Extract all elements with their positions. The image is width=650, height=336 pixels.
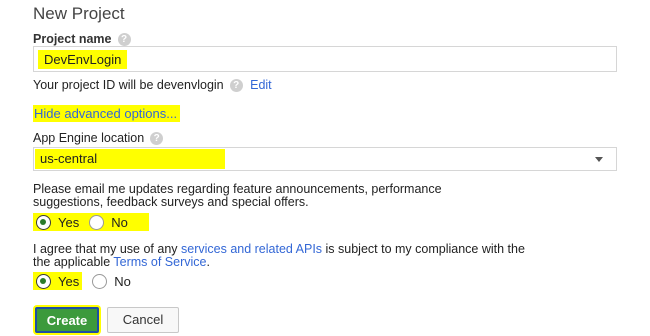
app-engine-label-row: App Engine location? <box>33 131 164 146</box>
email-updates-radio-group: Yes No <box>33 213 149 231</box>
help-icon[interactable]: ? <box>229 79 243 93</box>
project-name-input[interactable]: DevEnvLogin <box>33 46 617 72</box>
chevron-down-icon[interactable] <box>595 157 603 162</box>
project-id-text: Your project ID will be devenvlogin <box>33 78 224 92</box>
app-engine-location-select[interactable]: us-central <box>33 147 617 171</box>
project-name-value: DevEnvLogin <box>38 50 128 69</box>
project-name-label: Project name <box>33 32 112 46</box>
terms-of-service-link[interactable]: Terms of Service <box>113 255 206 269</box>
email-updates-line2: suggestions, feedback surveys and specia… <box>33 195 309 209</box>
help-icon[interactable]: ? <box>150 132 164 146</box>
project-id-row: Your project ID will be devenvlogin? Edi… <box>33 78 272 93</box>
terms-radio-group: Yes No <box>33 272 131 290</box>
email-updates-text: Please email me updates regarding featur… <box>33 183 442 209</box>
project-name-label-row: Project name? <box>33 32 131 47</box>
create-button[interactable]: Create <box>35 307 99 333</box>
advanced-options-toggle[interactable]: Hide advanced options... <box>33 105 181 122</box>
email-yes-radio[interactable] <box>36 214 51 230</box>
terms-yes-radio[interactable] <box>36 273 51 289</box>
terms-yes-highlight: Yes <box>33 272 83 290</box>
terms-yes-label[interactable]: Yes <box>58 274 79 289</box>
terms-text-part1: I agree that my use of any <box>33 242 181 256</box>
terms-text-part2: is subject to my compliance with the <box>322 242 525 256</box>
terms-line2-suffix: . <box>206 255 210 269</box>
help-icon[interactable]: ? <box>117 33 131 47</box>
terms-line2-prefix: the applicable <box>33 255 114 269</box>
app-engine-selected-value: us-central <box>35 149 225 169</box>
edit-project-id-link[interactable]: Edit <box>250 78 272 92</box>
terms-no-label[interactable]: No <box>114 274 131 289</box>
dialog-title: New Project <box>33 4 125 23</box>
terms-text: I agree that my use of any services and … <box>33 243 525 269</box>
advanced-options-link[interactable]: Hide advanced options... <box>33 105 181 122</box>
email-yes-label[interactable]: Yes <box>58 215 79 230</box>
app-engine-label: App Engine location <box>33 131 145 145</box>
terms-no-radio[interactable] <box>92 273 108 289</box>
services-and-apis-link[interactable]: services and related APIs <box>181 242 322 256</box>
email-no-label[interactable]: No <box>111 215 128 230</box>
email-no-radio[interactable] <box>89 214 105 230</box>
cancel-button[interactable]: Cancel <box>107 307 179 333</box>
